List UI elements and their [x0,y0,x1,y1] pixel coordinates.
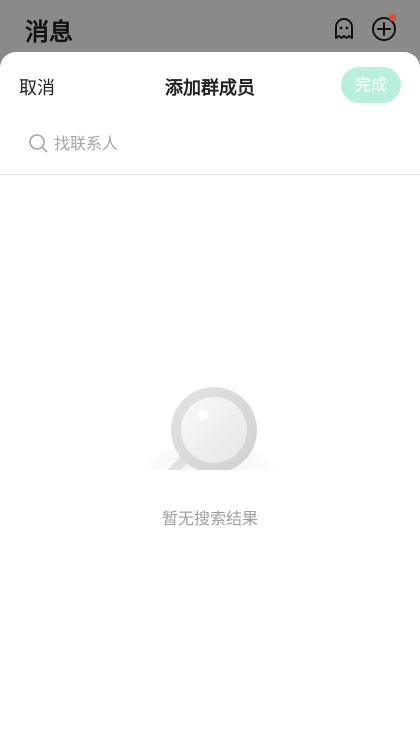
sheet-nav-bar: 取消 添加群成员 完成 [0,52,420,118]
empty-search-illustration [139,387,281,470]
notification-dot [389,14,396,21]
divider [0,174,420,175]
background-title: 消息 [25,18,73,46]
background-header: 消息 [0,0,420,60]
ghost-icon[interactable] [331,16,357,42]
empty-state-message: 暂无搜索结果 [161,509,258,528]
done-button[interactable]: 完成 [341,67,401,103]
search-bar[interactable] [28,130,388,156]
add-members-sheet: 取消 添加群成员 完成 找联系人 暂无搜索结果 [0,52,420,747]
search-input[interactable] [54,133,354,153]
search-icon [29,134,48,153]
